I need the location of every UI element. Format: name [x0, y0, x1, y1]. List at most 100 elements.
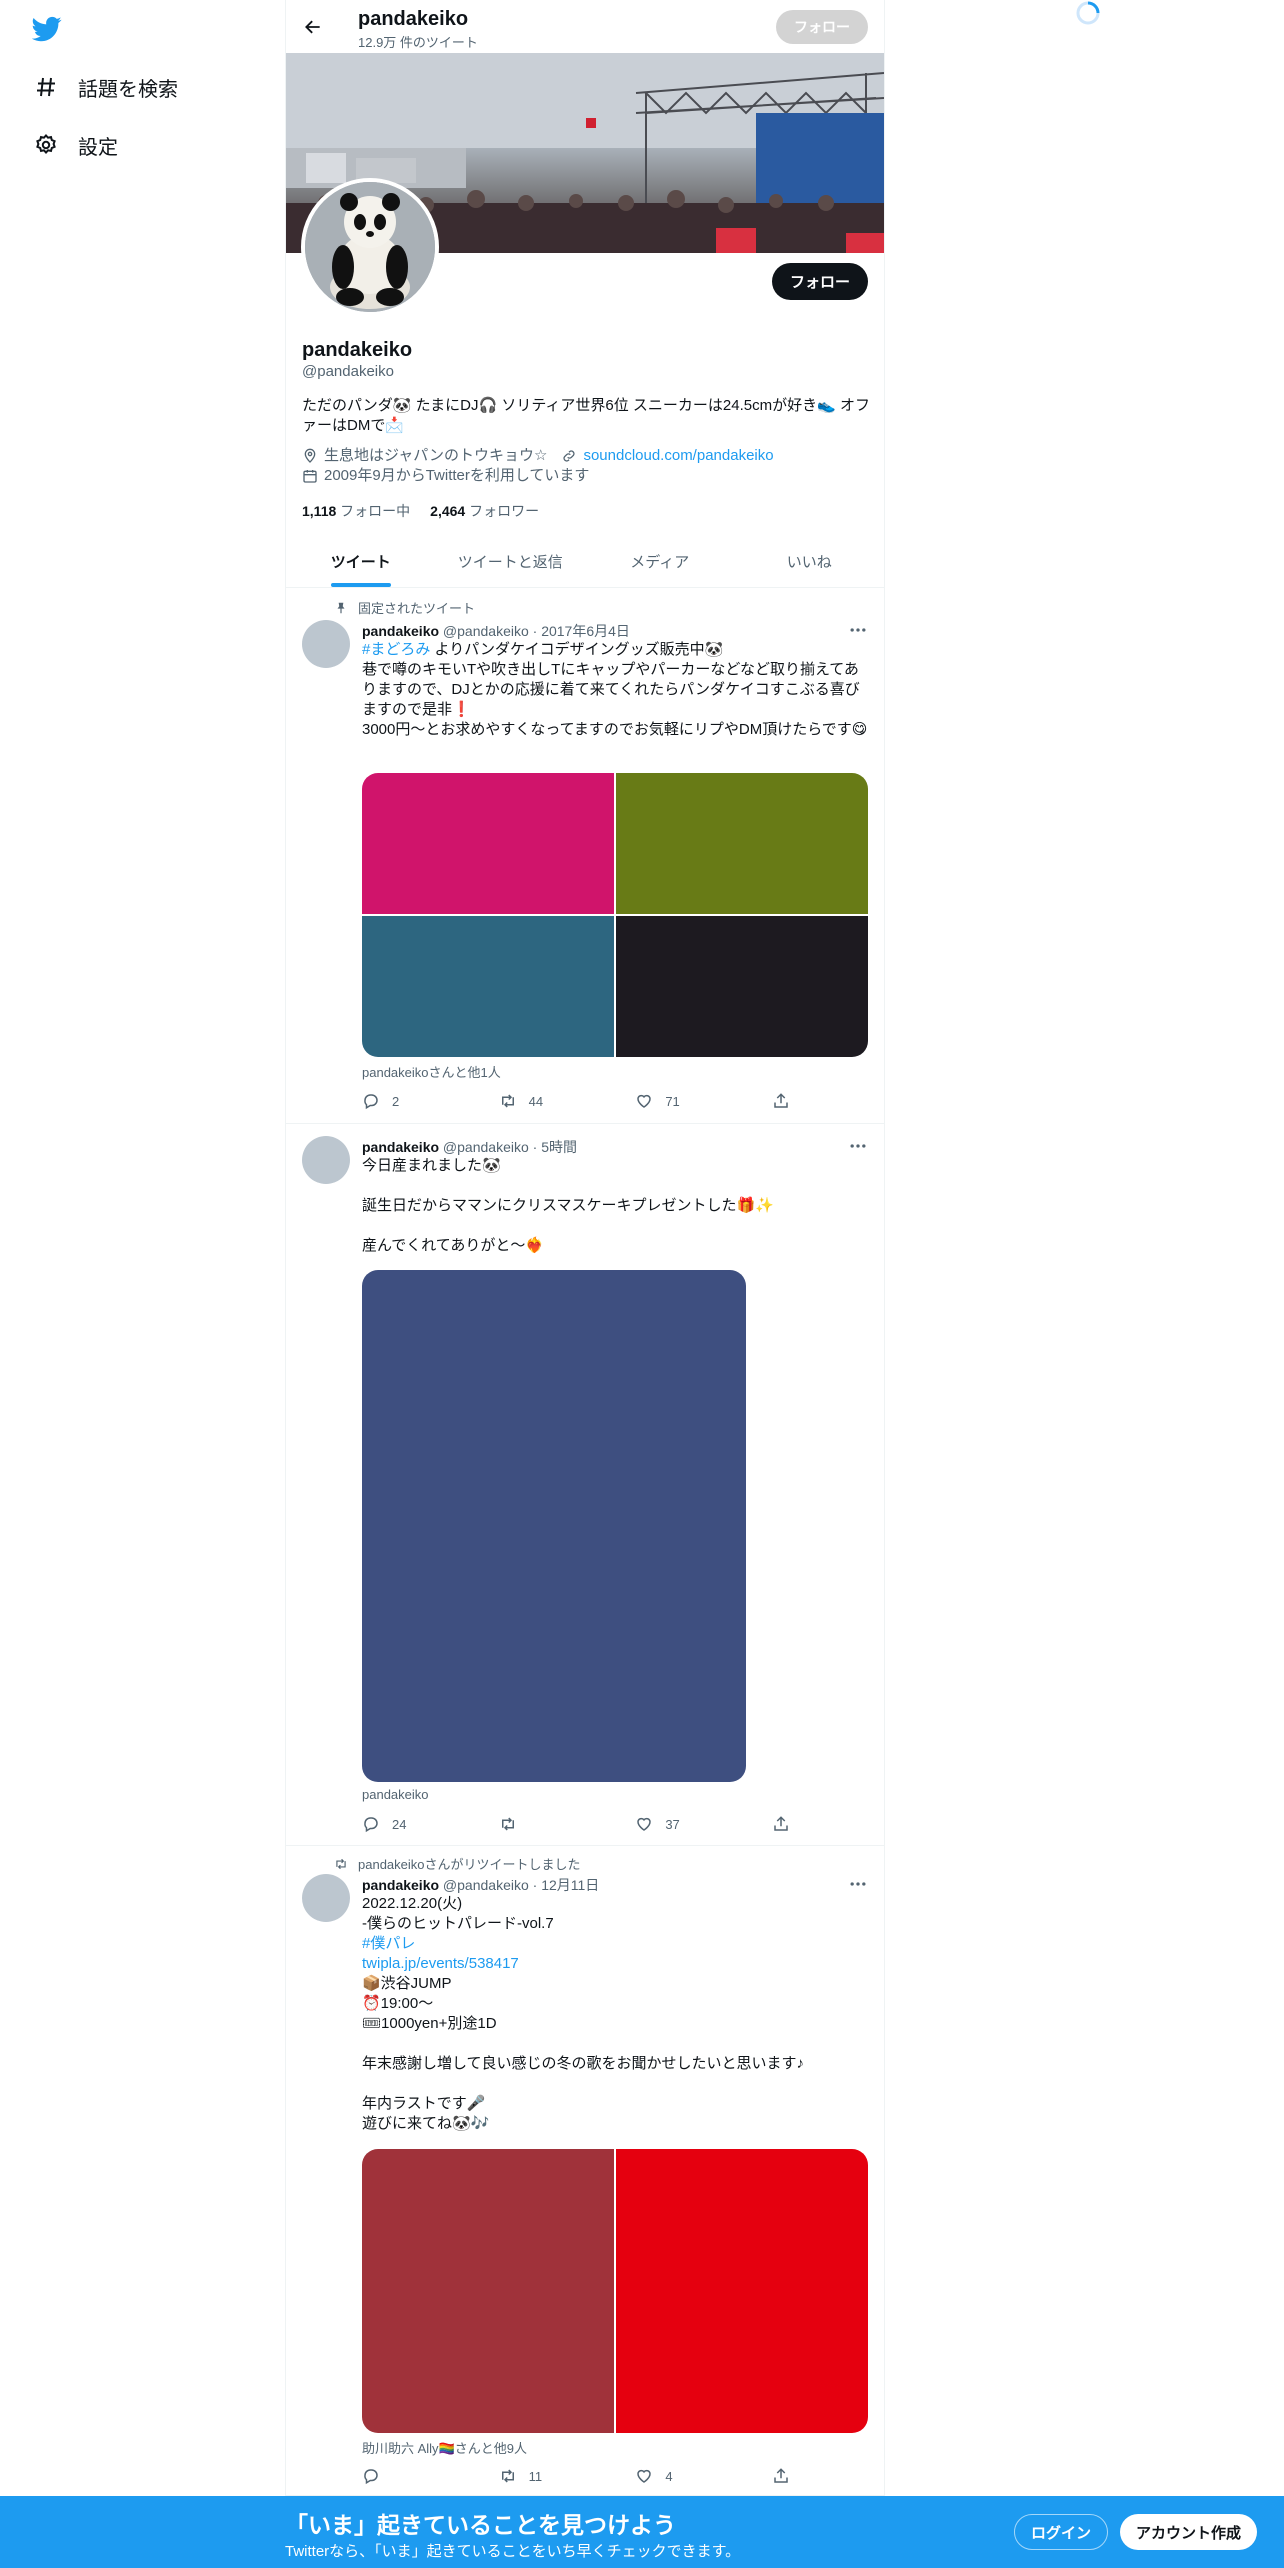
- tab-tweets[interactable]: ツイート: [286, 535, 436, 587]
- tweet-line: [362, 1176, 870, 1196]
- gear-icon: [36, 134, 56, 154]
- share-icon: [774, 2468, 788, 2483]
- following-label: フォロー中: [340, 503, 411, 519]
- header-follow-button[interactable]: フォロー: [776, 10, 868, 44]
- tagged-users[interactable]: pandakeiko: [362, 1787, 429, 1802]
- hashtag-link[interactable]: #まどろみ: [362, 641, 430, 658]
- reply-button[interactable]: [362, 2466, 482, 2486]
- tweet-pinned[interactable]: 固定されたツイート pandakeiko @pandakeiko · 2017年…: [286, 588, 884, 1124]
- sidebar-item-settings[interactable]: 設定: [34, 125, 118, 165]
- profile-header-bar: pandakeiko 12.9万 件のツイート フォロー: [286, 0, 884, 53]
- tweet-line: 年内ラストです🎤: [362, 2095, 486, 2112]
- tweet-author-name[interactable]: pandakeiko: [362, 1139, 439, 1155]
- tweet-line: 🎟1000yen+別途1D: [362, 2015, 497, 2032]
- profile-website-link[interactable]: soundcloud.com/pandakeiko: [583, 446, 773, 466]
- login-button[interactable]: ログイン: [1014, 2514, 1109, 2550]
- media-image[interactable]: [362, 916, 614, 1057]
- media-image[interactable]: [362, 1270, 746, 1782]
- more-options-icon[interactable]: [848, 1136, 868, 1156]
- sidebar-item-explore[interactable]: 話題を検索: [34, 67, 178, 107]
- tweet-line: 巷で噂のキモいTや吹き出しTにキャップやパーカーなどなど取り揃えてありますので、…: [362, 661, 860, 718]
- like-button[interactable]: 4: [635, 2466, 755, 2486]
- share-icon: [774, 1093, 788, 1108]
- tweet-actions: 24 37: [362, 1814, 792, 1834]
- media-image[interactable]: [616, 773, 868, 914]
- tweet-line: 誕生日だからママンにクリスマスケーキプレゼントした🎁✨: [362, 1197, 774, 1214]
- tweet-time[interactable]: 12月11日: [541, 1877, 599, 1893]
- tweet-avatar[interactable]: [302, 620, 350, 668]
- retweet-icon: [336, 1858, 346, 1869]
- sidebar-item-label: 設定: [78, 136, 118, 159]
- tweet-context-label: pandakeikoさんがリツイートしました: [358, 1857, 581, 1872]
- reply-button[interactable]: 2: [362, 1091, 482, 1111]
- share-button[interactable]: [772, 1814, 792, 1834]
- tweet-time[interactable]: 2017年6月4日: [541, 623, 630, 639]
- header-tweet-count: 12.9万 件のツイート: [358, 35, 478, 50]
- tweet-author-name[interactable]: pandakeiko: [362, 1877, 439, 1893]
- tab-tweets-and-replies[interactable]: ツイートと返信: [436, 535, 586, 587]
- share-button[interactable]: [772, 1091, 792, 1111]
- tab-likes[interactable]: いいね: [735, 535, 885, 587]
- followers-count: 2,464: [430, 503, 466, 519]
- tweet-author-handle: @pandakeiko: [442, 1877, 529, 1893]
- tab-media[interactable]: メディア: [585, 535, 735, 587]
- retweet-button[interactable]: 44: [499, 1091, 619, 1111]
- like-count: 4: [665, 2468, 673, 2484]
- tweet-header: pandakeiko @pandakeiko · 12月11日: [362, 1877, 600, 1893]
- tweet-line: -僕らのヒットパレード-vol.7: [362, 1915, 554, 1932]
- reply-count: 2: [392, 1093, 400, 1109]
- follow-button[interactable]: フォロー: [771, 263, 868, 300]
- profile-name: pandakeiko: [302, 339, 413, 361]
- tweet-author-name[interactable]: pandakeiko: [362, 623, 439, 639]
- signup-button[interactable]: アカウント作成: [1120, 2514, 1258, 2550]
- tagged-users[interactable]: pandakeikoさんと他1人: [362, 1062, 501, 1081]
- tagged-users[interactable]: 助川助六 Ally🏳️‍🌈さんと他9人: [362, 2438, 527, 2457]
- like-button[interactable]: 71: [635, 1091, 755, 1111]
- retweet-button[interactable]: [499, 1814, 619, 1834]
- following-link[interactable]: 1,118 フォロー中: [302, 501, 410, 521]
- media-image[interactable]: [362, 773, 614, 914]
- tweet-header: pandakeiko @pandakeiko · 2017年6月4日: [362, 623, 630, 639]
- media-image[interactable]: [616, 2149, 868, 2433]
- tweet[interactable]: pandakeiko @pandakeiko · 5時間 今日産まれました🐼 誕…: [286, 1124, 884, 1846]
- heart-icon: [637, 1094, 652, 1108]
- tweet-avatar[interactable]: [302, 1136, 350, 1184]
- tweet-time[interactable]: 5時間: [541, 1139, 577, 1155]
- followers-link[interactable]: 2,464 フォロワー: [430, 501, 539, 521]
- like-count: 37: [665, 1816, 680, 1832]
- back-button[interactable]: [298, 12, 328, 42]
- tweet-retweeted[interactable]: pandakeikoさんがリツイートしました pandakeiko @panda…: [286, 1846, 884, 2496]
- reply-icon: [364, 2469, 378, 2485]
- hashtag-link[interactable]: #僕パレ: [362, 1935, 415, 1952]
- profile-column: pandakeiko 12.9万 件のツイート フォロー フォロー pandak…: [285, 0, 885, 2568]
- tweet-avatar[interactable]: [302, 1874, 350, 1922]
- loading-spinner-icon: [1076, 1, 1100, 25]
- like-button[interactable]: 37: [635, 1814, 755, 1834]
- signup-prompt-bar: 「いま」起きていることを見つけよう Twitterなら、「いま」起きていることを…: [0, 2496, 1284, 2568]
- reply-button[interactable]: 24: [362, 1814, 482, 1834]
- profile-handle: @pandakeiko: [302, 363, 394, 380]
- profile-avatar[interactable]: [301, 178, 439, 316]
- tweet-context-label: 固定されたツイート: [358, 601, 476, 616]
- tweet-line: 今日産まれました🐼: [362, 1157, 501, 1174]
- twitter-logo-icon[interactable]: [32, 14, 62, 44]
- reply-count: 24: [392, 1816, 407, 1832]
- more-options-icon[interactable]: [848, 620, 868, 640]
- tweet-actions: 2 44 71: [362, 1091, 792, 1111]
- tweet-author-handle: @pandakeiko: [442, 1139, 529, 1155]
- retweet-button[interactable]: 11: [499, 2466, 619, 2486]
- event-link[interactable]: twipla.jp/events/538417: [362, 1955, 519, 1972]
- tweet-line: 産んでくれてありがと〜❤️‍🔥: [362, 1237, 545, 1254]
- signup-prompt-title: 「いま」起きていることを見つけよう: [285, 2512, 676, 2538]
- retweet-icon: [501, 1817, 514, 1831]
- media-image[interactable]: [362, 2149, 614, 2433]
- reply-icon: [364, 1094, 378, 1110]
- more-options-icon[interactable]: [848, 1874, 868, 1894]
- share-icon: [774, 1816, 788, 1831]
- share-button[interactable]: [772, 2466, 792, 2486]
- media-image[interactable]: [616, 916, 868, 1057]
- following-count: 1,118: [302, 503, 337, 519]
- retweet-icon: [501, 2469, 514, 2483]
- profile-follow-stats: 1,118 フォロー中 2,464 フォロワー: [302, 501, 539, 521]
- header-name: pandakeiko: [358, 8, 469, 30]
